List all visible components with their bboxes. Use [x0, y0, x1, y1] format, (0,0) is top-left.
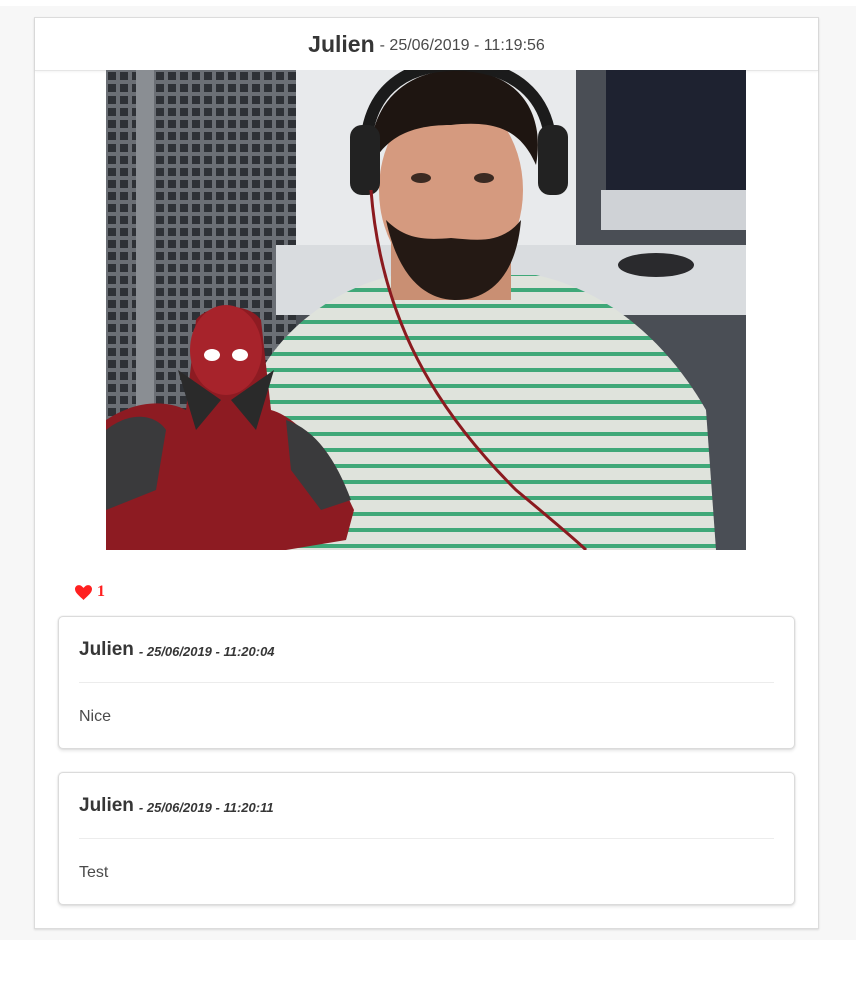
like-button[interactable]: 1 [75, 583, 105, 601]
comment-date: - 25/06/2019 - 11:20:11 [138, 799, 274, 815]
like-count: 1 [97, 583, 105, 600]
comment-author[interactable]: Julien [79, 639, 134, 661]
post-author[interactable]: Julien [308, 31, 374, 58]
comment-author[interactable]: Julien [79, 795, 134, 817]
comment-header: Julien - 25/06/2019 - 11:20:04 [79, 617, 774, 683]
comment-header: Julien - 25/06/2019 - 11:20:11 [79, 773, 774, 839]
heart-icon [75, 584, 92, 600]
comment-text: Test [79, 864, 109, 881]
post-card: Julien - 25/06/2019 - 11:19:56 1 Julien … [34, 17, 819, 929]
post-date: - 25/06/2019 - 11:19:56 [379, 37, 545, 54]
post-photo [106, 70, 746, 550]
comment-date: - 25/06/2019 - 11:20:04 [138, 643, 275, 659]
photo-illustration [106, 70, 746, 550]
comment-card: Julien - 25/06/2019 - 11:20:11 Test [58, 772, 795, 905]
post-header: Julien - 25/06/2019 - 11:19:56 [35, 18, 818, 71]
comment-text: Nice [79, 708, 112, 725]
comment-card: Julien - 25/06/2019 - 11:20:04 Nice [58, 616, 795, 749]
